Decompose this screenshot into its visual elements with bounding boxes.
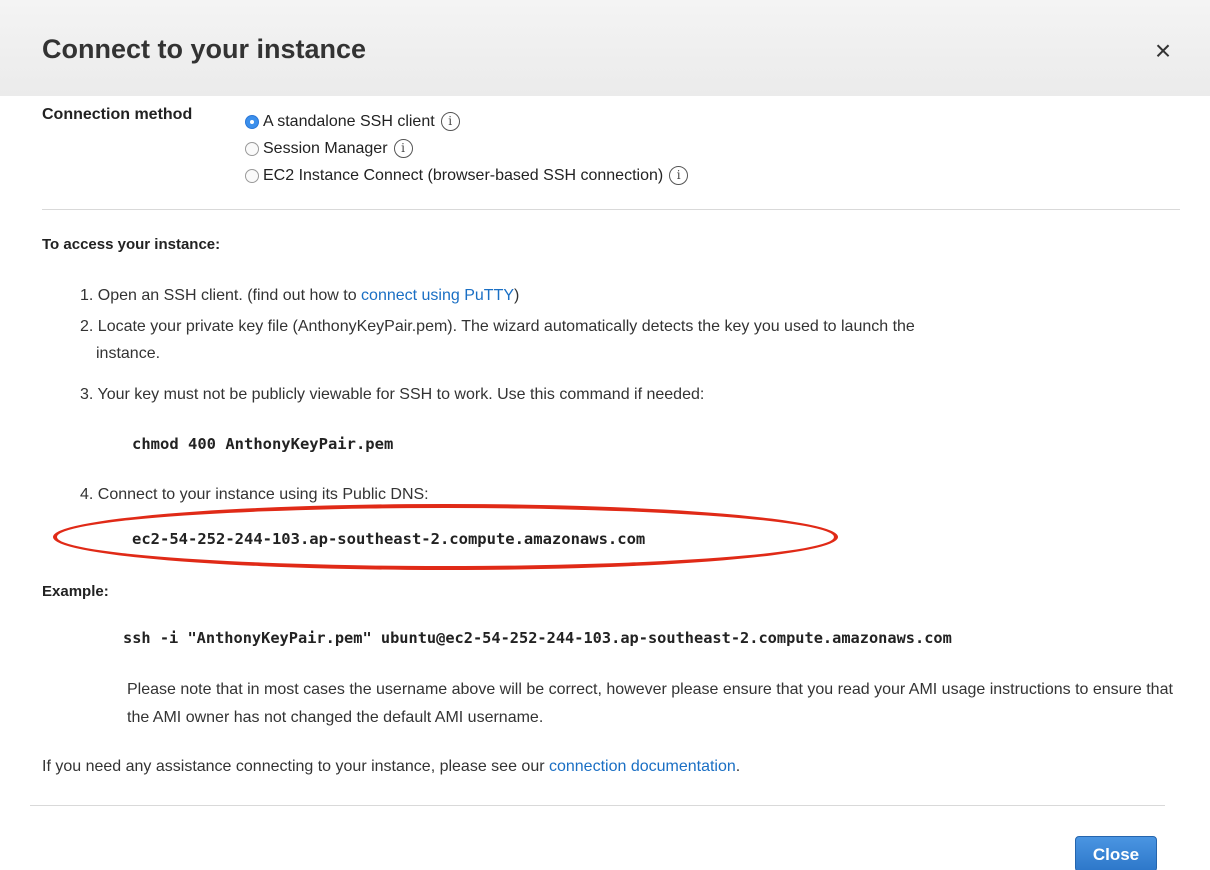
assistance-text: If you need any assistance connecting to… (42, 758, 740, 776)
radio-label: A standalone SSH client (263, 112, 435, 130)
info-icon[interactable]: i (669, 166, 689, 185)
radio-label: Session Manager (263, 139, 388, 157)
radio-label: EC2 Instance Connect (browser-based SSH … (263, 166, 664, 184)
info-icon[interactable]: i (440, 112, 460, 131)
radio-option-ec2-instance-connect[interactable]: EC2 Instance Connect (browser-based SSH … (245, 162, 689, 189)
assistance-prefix: If you need any assistance connecting to… (42, 758, 549, 775)
connection-method-label: Connection method (42, 106, 193, 123)
connect-dialog: Connect to your instance × Connection me… (0, 0, 1210, 870)
dialog-title: Connect to your instance (42, 34, 367, 64)
step-3: 3. Your key must not be publicly viewabl… (80, 386, 705, 403)
connection-documentation-link[interactable]: connection documentation (549, 758, 736, 775)
divider (42, 209, 1180, 210)
step-2-line-2: instance. (96, 345, 161, 362)
step-1: 1. Open an SSH client. (find out how to … (80, 282, 519, 309)
radio-unselected-icon[interactable] (245, 168, 259, 183)
close-button[interactable]: Close (1075, 836, 1157, 870)
dialog-body: Connection method A standalone SSH clien… (0, 96, 1210, 870)
access-instructions-title: To access your instance: (42, 236, 221, 253)
radio-unselected-icon[interactable] (245, 141, 259, 156)
close-icon[interactable]: × (1146, 34, 1180, 68)
radio-selected-icon[interactable] (245, 114, 259, 129)
chmod-command: chmod 400 AnthonyKeyPair.pem (132, 435, 394, 453)
example-ssh-command: ssh -i "AnthonyKeyPair.pem" ubuntu@ec2-5… (123, 629, 952, 647)
highlight-ellipse (53, 504, 838, 570)
step-1-text: 1. Open an SSH client. (find out how to (80, 287, 362, 304)
footer-divider (30, 805, 1165, 806)
radio-option-ssh-client[interactable]: A standalone SSH client i (245, 108, 688, 135)
username-note: Please note that in most cases the usern… (127, 681, 1173, 726)
example-label: Example: (42, 583, 109, 600)
step-1-suffix: ) (514, 287, 520, 304)
assistance-suffix: . (735, 758, 741, 775)
connection-method-radio-group: A standalone SSH client i Session Manage… (245, 108, 689, 189)
putty-link[interactable]: connect using PuTTY (361, 287, 514, 304)
step-2-line-1: 2. Locate your private key file (Anthony… (80, 318, 915, 335)
info-icon[interactable]: i (393, 139, 413, 158)
step-2: 2. Locate your private key file (Anthony… (80, 313, 915, 367)
radio-option-session-manager[interactable]: Session Manager i (245, 135, 688, 162)
